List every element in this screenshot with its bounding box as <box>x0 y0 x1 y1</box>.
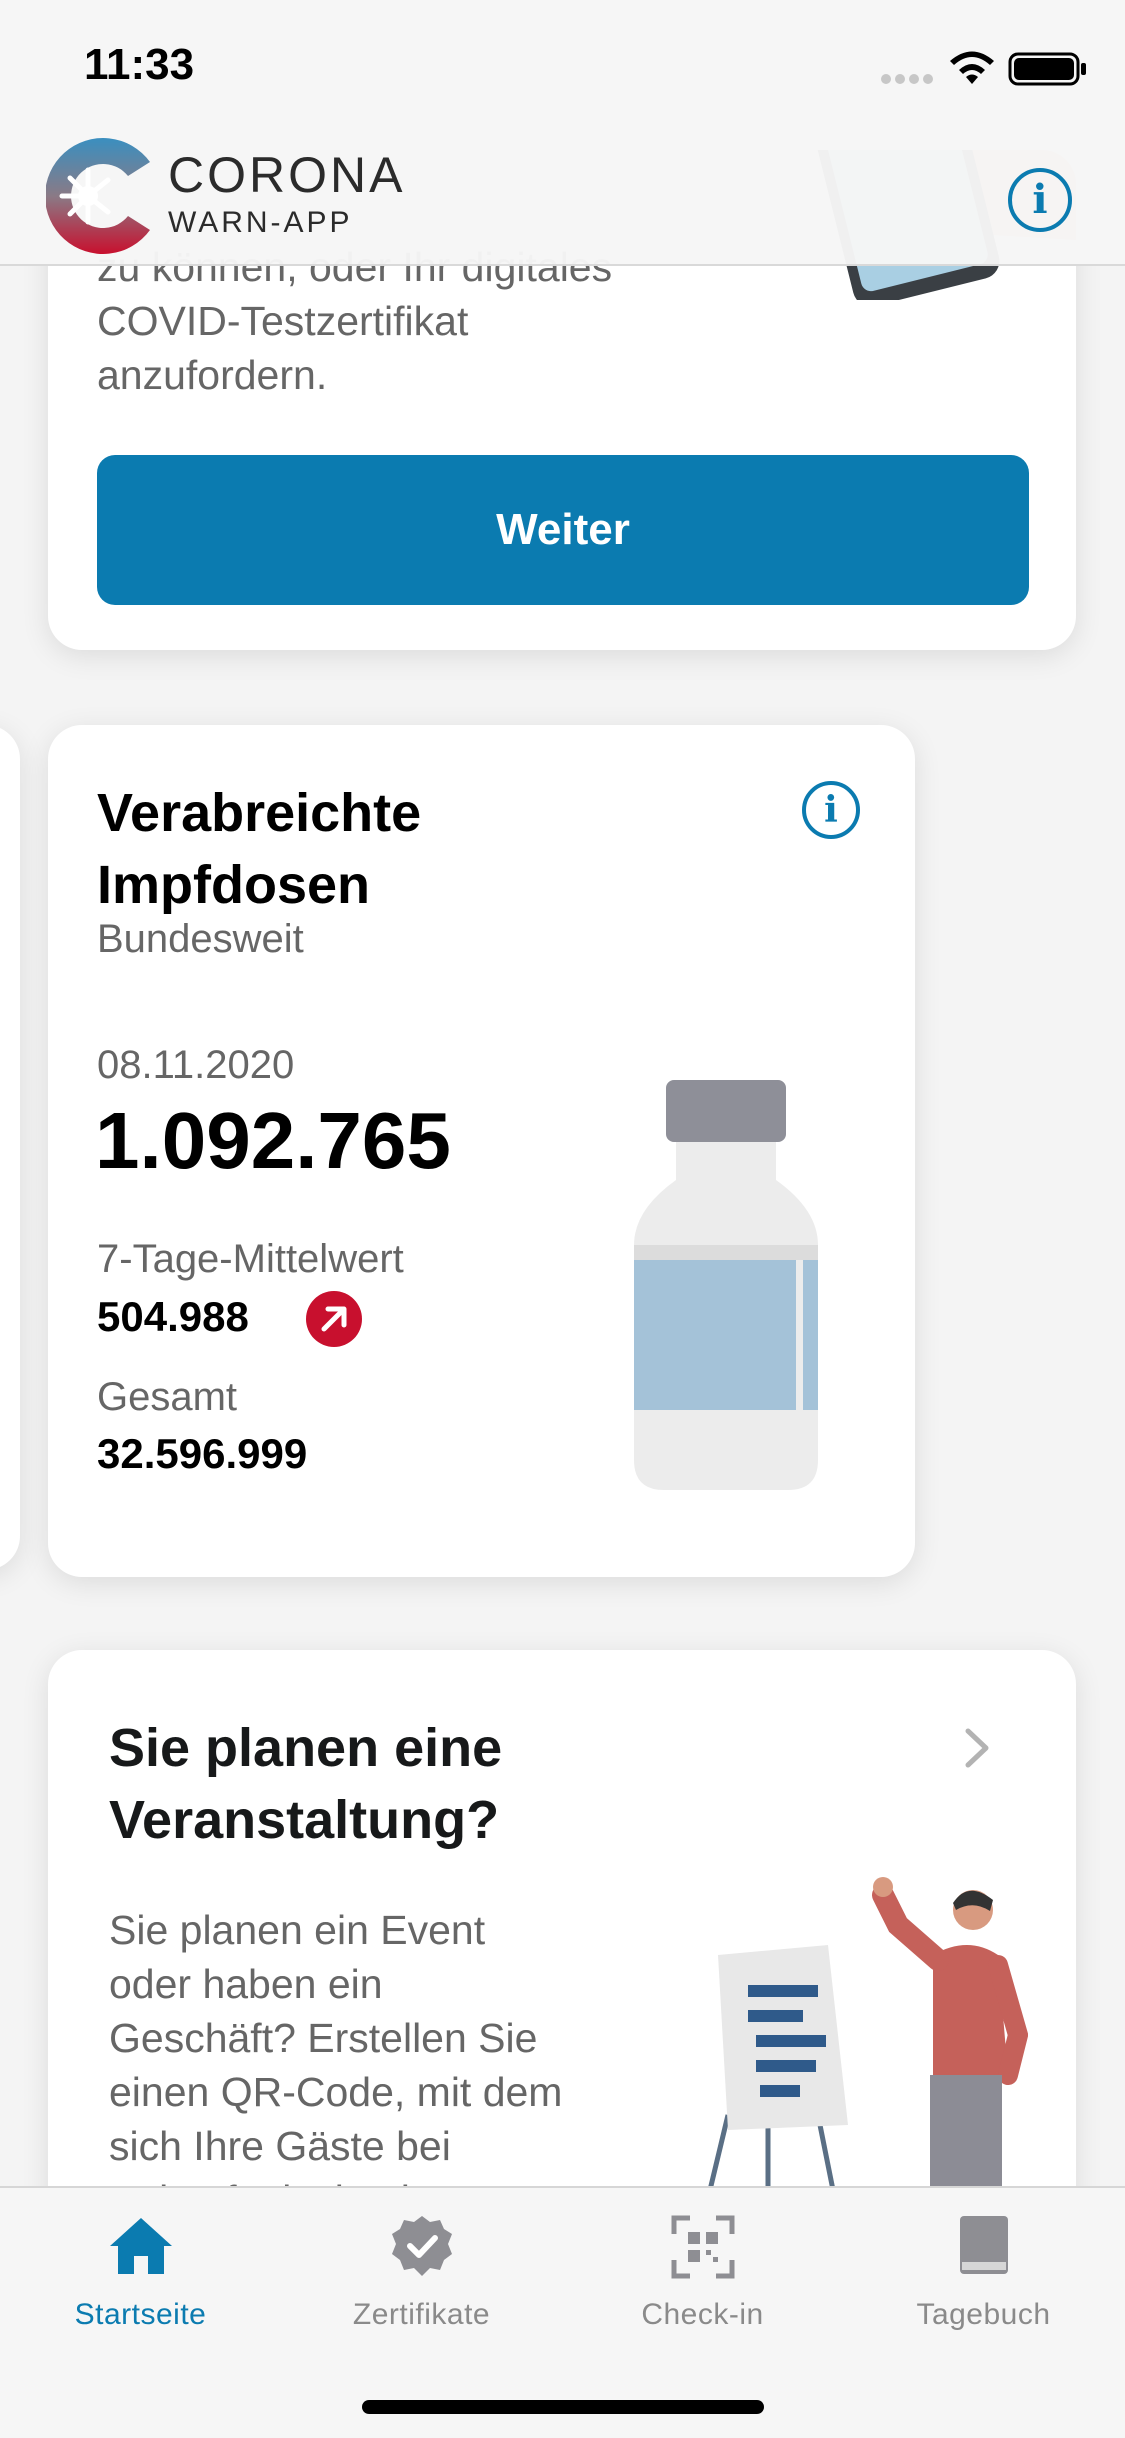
info-icon[interactable]: i <box>1008 168 1072 232</box>
tab-label: Startseite <box>74 2298 207 2331</box>
event-text-line: Ankunft einchecken <box>109 2173 562 2186</box>
date-label: 08.11.2020 <box>97 1043 295 1087</box>
test-card-text-line: COVID-Testzertifikat <box>97 298 469 344</box>
card-title: Verabreichte Impfdosen <box>97 783 422 915</box>
avg-label: 7-Tage-Mittelwert <box>97 1237 404 1281</box>
chevron-right-icon[interactable] <box>962 1725 992 1771</box>
tab-label: Tagebuch <box>916 2298 1051 2331</box>
app-logo-icon <box>45 136 156 261</box>
home-indicator[interactable] <box>362 2400 764 2414</box>
certificate-icon <box>390 2214 454 2283</box>
home-scroll-view[interactable]: zu können, oder Ihr digitales COVID-Test… <box>0 0 1125 2186</box>
app-subtitle: WARN-APP <box>168 206 353 239</box>
trend-up-icon <box>306 1291 362 1347</box>
tab-diary[interactable]: Tagebuch <box>843 2188 1124 2368</box>
app-title: CORONA <box>168 147 406 203</box>
region-label: Bundesweit <box>97 917 304 961</box>
event-card-title: Sie planen eine Veranstaltung? <box>109 1718 503 1850</box>
total-label: Gesamt <box>97 1375 238 1419</box>
event-text-line: oder haben ein <box>109 1961 383 2007</box>
tab-bar: Startseite Zertifikate Check-in Tagebuch <box>0 2186 1125 2438</box>
qr-scan-icon <box>670 2214 736 2285</box>
wifi-icon <box>946 48 998 93</box>
book-icon <box>956 2214 1012 2285</box>
vaccination-value: 1.092.765 <box>95 1096 451 1185</box>
tab-home[interactable]: Startseite <box>0 2188 281 2368</box>
status-time: 11:33 <box>84 40 195 89</box>
tab-check-in[interactable]: Check-in <box>562 2188 843 2368</box>
test-card-text-line: anzufordern. <box>97 352 328 398</box>
continue-button[interactable]: Weiter <box>97 455 1029 605</box>
navigation-header: 11:33 CORONA WARN-APP i <box>0 0 1125 266</box>
vaccination-stats-card[interactable]: Verabreichte Impfdosen i Bundesweit 08.1… <box>48 725 915 1577</box>
avg-value: 504.988 <box>97 1293 249 1340</box>
event-text-line: sich Ihre Gäste bei <box>109 2123 451 2169</box>
vaccination-info-icon[interactable]: i <box>802 781 860 839</box>
tab-label: Zertifikate <box>352 2298 491 2331</box>
vaccine-vial-illustration <box>634 1080 818 1490</box>
signal-icon <box>880 72 936 91</box>
total-value: 32.596.999 <box>97 1430 308 1477</box>
event-text-line: Sie planen ein Event <box>109 1907 486 1953</box>
tab-label: Check-in <box>641 2298 764 2331</box>
event-card[interactable]: Sie planen eine Veranstaltung? Sie plane… <box>48 1650 1076 2186</box>
battery-icon <box>1008 52 1088 91</box>
event-text-line: Geschäft? Erstellen Sie <box>109 2015 538 2061</box>
home-icon <box>106 2214 176 2283</box>
previous-stats-card[interactable] <box>0 725 20 1570</box>
presenter-illustration <box>708 1877 1028 2186</box>
tab-certificates[interactable]: Zertifikate <box>281 2188 562 2368</box>
event-text-line: einen QR-Code, mit dem <box>109 2069 563 2115</box>
